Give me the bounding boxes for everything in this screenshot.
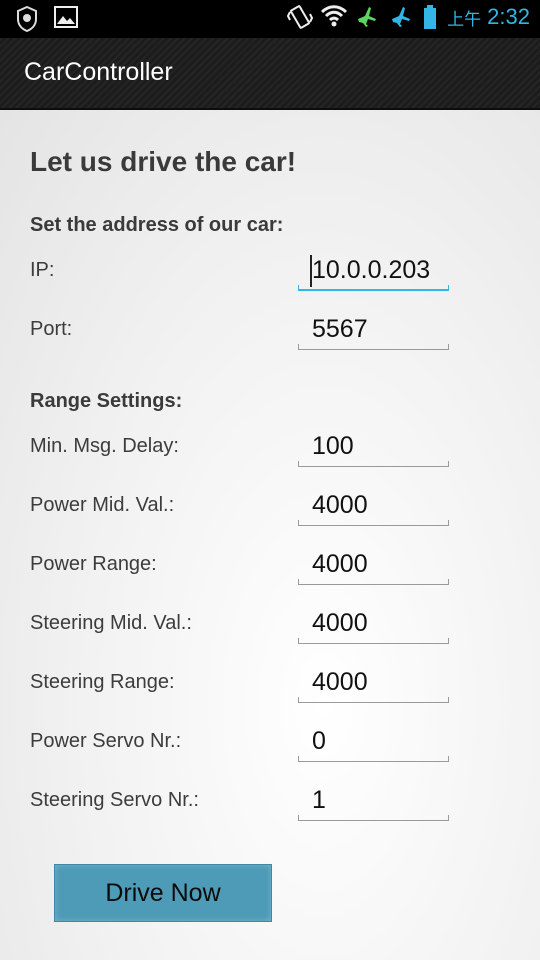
- battery-icon: [423, 4, 437, 30]
- steering-servo-nr-input[interactable]: 1: [298, 781, 449, 821]
- steering-mid-val-value: 4000: [312, 609, 368, 637]
- steering-servo-nr-label: Steering Servo Nr.:: [30, 789, 199, 811]
- app-title: CarController: [24, 58, 173, 86]
- steering-range-input[interactable]: 4000: [298, 663, 449, 703]
- power-servo-nr-input[interactable]: 0: [298, 722, 449, 762]
- port-value: 5567: [312, 315, 368, 343]
- clock-ampm: 上午: [447, 9, 482, 30]
- ip-value: 10.0.0.203: [312, 256, 431, 284]
- main-content: Let us drive the car! Set the address of…: [0, 110, 540, 960]
- power-mid-val-input[interactable]: 4000: [298, 486, 449, 526]
- power-servo-nr-label: Power Servo Nr.:: [30, 730, 182, 752]
- power-range-input[interactable]: 4000: [298, 545, 449, 585]
- steering-range-label: Steering Range:: [30, 671, 175, 693]
- steering-mid-val-input[interactable]: 4000: [298, 604, 449, 644]
- wifi-icon: [321, 4, 348, 30]
- min-msg-delay-label: Min. Msg. Delay:: [30, 435, 179, 457]
- page-title: Let us drive the car!: [30, 146, 297, 177]
- security-shield-icon: [16, 5, 40, 33]
- ip-input[interactable]: 10.0.0.203: [298, 251, 449, 291]
- power-range-label: Power Range:: [30, 553, 157, 575]
- status-bar: 上午 2:32: [0, 0, 540, 38]
- port-input[interactable]: 5567: [298, 310, 449, 350]
- port-label: Port:: [30, 318, 73, 340]
- address-section-heading: Set the address of our car:: [30, 214, 284, 236]
- ip-label: IP:: [30, 259, 55, 281]
- airplane-mode-icon: [355, 4, 379, 30]
- drive-now-button[interactable]: Drive Now: [54, 864, 272, 922]
- power-mid-val-label: Power Mid. Val.:: [30, 494, 175, 516]
- power-servo-nr-value: 0: [312, 727, 326, 755]
- power-range-value: 4000: [312, 550, 368, 578]
- vibrate-icon: [287, 4, 314, 30]
- clock-time: 2:32: [487, 4, 530, 29]
- min-msg-delay-value: 100: [312, 432, 354, 460]
- airplane-mode-icon: [389, 4, 413, 30]
- image-icon: [54, 6, 78, 32]
- action-bar: CarController: [0, 38, 540, 110]
- range-section-heading: Range Settings:: [30, 390, 183, 412]
- min-msg-delay-input[interactable]: 100: [298, 427, 449, 467]
- steering-range-value: 4000: [312, 668, 368, 696]
- steering-mid-val-label: Steering Mid. Val.:: [30, 612, 192, 634]
- steering-servo-nr-value: 1: [312, 786, 326, 814]
- power-mid-val-value: 4000: [312, 491, 368, 519]
